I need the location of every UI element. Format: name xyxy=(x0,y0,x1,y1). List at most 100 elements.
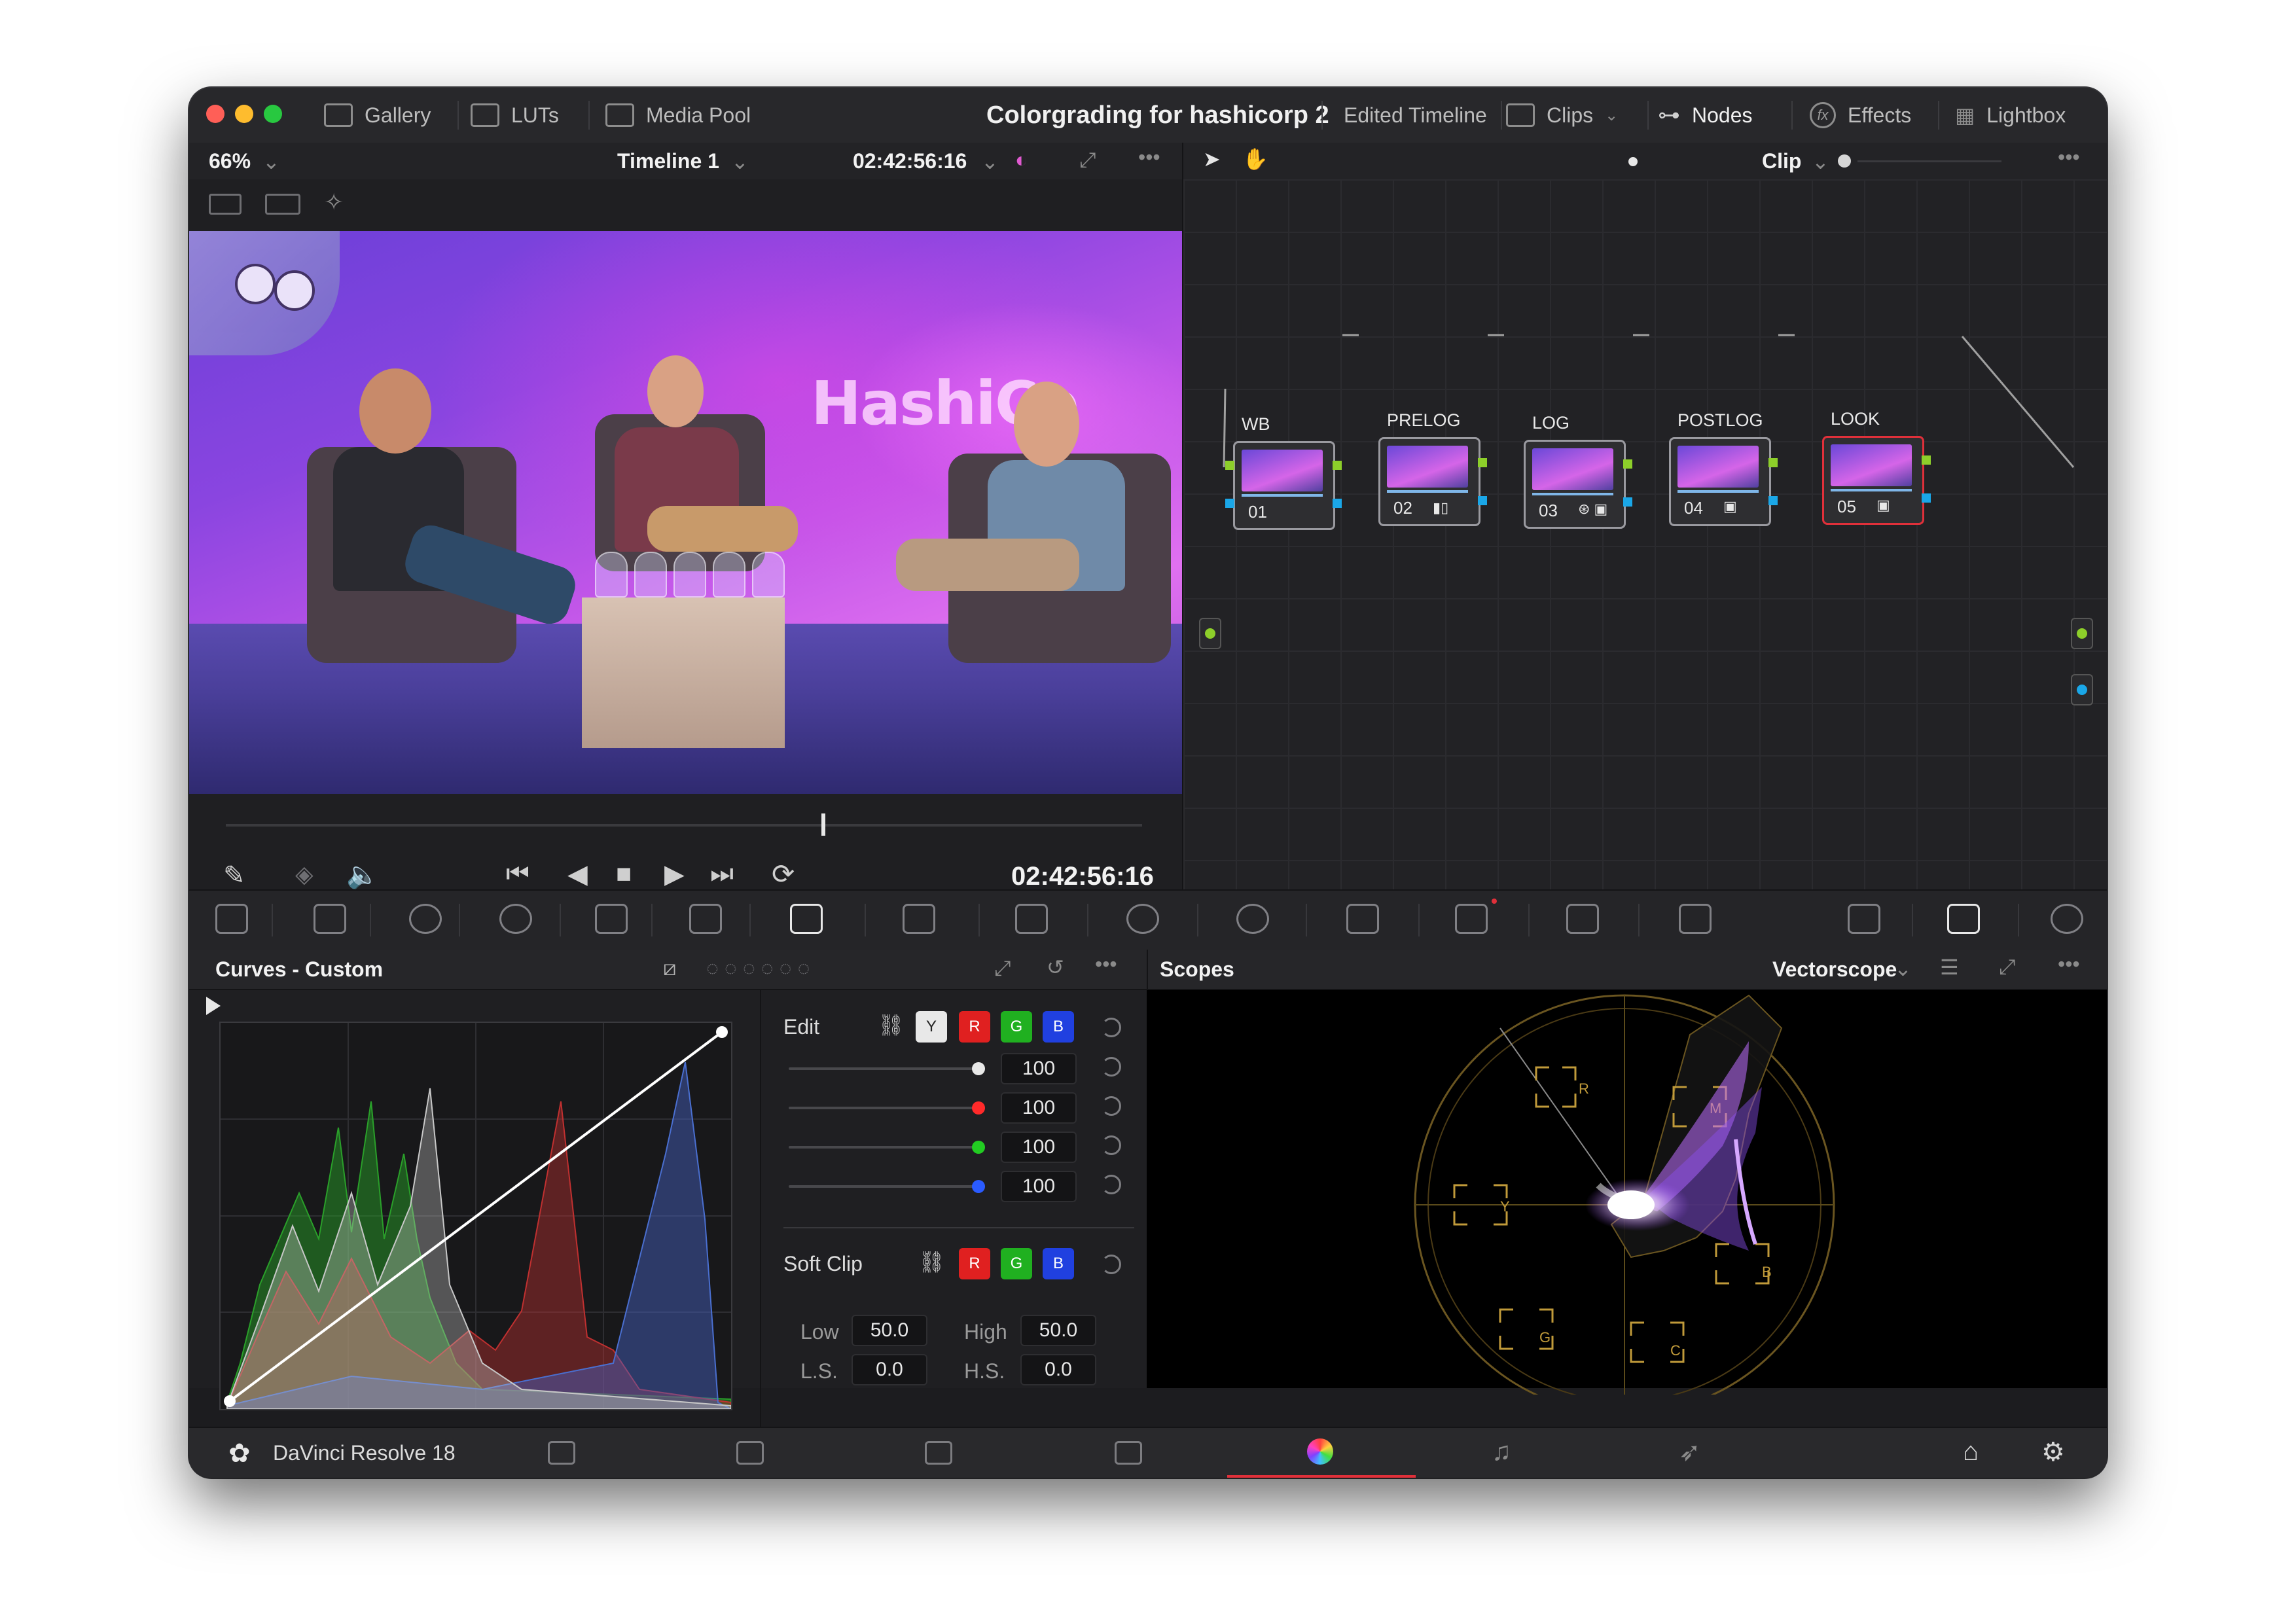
channel-r-button[interactable]: R xyxy=(959,1011,990,1043)
node-zoom-slider[interactable] xyxy=(1838,154,1851,168)
low-value[interactable]: 50.0 xyxy=(852,1315,927,1346)
camera-raw-icon[interactable] xyxy=(215,904,248,934)
color-match-icon[interactable] xyxy=(314,904,346,934)
nodes-button[interactable]: ⊶ Nodes xyxy=(1658,88,1753,143)
curve-handle-icon[interactable] xyxy=(206,997,221,1015)
g-intensity-slider[interactable] xyxy=(789,1146,985,1149)
scrub-bar[interactable] xyxy=(226,824,1142,827)
color-warper-icon[interactable] xyxy=(903,904,935,934)
softclip-r-button[interactable]: R xyxy=(959,1248,990,1279)
magic-wand-icon[interactable]: ✧ xyxy=(324,188,344,216)
fusion-page-icon[interactable] xyxy=(1115,1441,1142,1465)
expand-icon[interactable]: ⤢ xyxy=(1999,955,2016,980)
reset-icon[interactable] xyxy=(1102,1255,1121,1274)
channel-b-button[interactable]: B xyxy=(1043,1011,1074,1043)
motion-effects-icon[interactable] xyxy=(689,904,722,934)
channel-g-button[interactable]: G xyxy=(1001,1011,1032,1043)
layers-icon[interactable]: ◈ xyxy=(295,861,314,888)
scope-settings-icon[interactable]: ☰ xyxy=(1940,955,1959,980)
node-01[interactable]: WB 01 xyxy=(1233,414,1335,530)
settings-gear-icon[interactable]: ⚙ xyxy=(2041,1437,2065,1467)
clip-mode-dropdown[interactable]: Clip xyxy=(1762,149,1801,173)
minimize-window-button[interactable] xyxy=(235,105,253,123)
window-icon[interactable] xyxy=(1126,904,1159,934)
g-intensity-value[interactable]: 100 xyxy=(1001,1132,1077,1163)
link-icon[interactable]: ⛓ xyxy=(918,1249,945,1274)
color-wheels-icon[interactable] xyxy=(409,904,442,934)
stop-icon[interactable]: ■ xyxy=(616,859,632,889)
softclip-g-button[interactable]: G xyxy=(1001,1248,1032,1279)
media-page-icon[interactable] xyxy=(548,1441,575,1465)
playhead[interactable] xyxy=(821,813,825,836)
3d-icon[interactable] xyxy=(1679,904,1712,934)
rgb-mixer-icon[interactable] xyxy=(595,904,628,934)
b-intensity-slider[interactable] xyxy=(789,1185,985,1188)
key-icon[interactable] xyxy=(1455,904,1488,934)
alpha-output-port[interactable] xyxy=(2071,674,2093,705)
fairlight-page-icon[interactable]: ♫ xyxy=(1492,1437,1511,1467)
scope-type-dropdown[interactable]: Vectorscope xyxy=(1772,957,1897,982)
scopes-icon[interactable] xyxy=(1947,904,1980,934)
qualifier-icon[interactable] xyxy=(1015,904,1048,934)
clips-button[interactable]: Clips ⌄ xyxy=(1506,88,1618,143)
lightbox-button[interactable]: ▦ Lightbox xyxy=(1955,88,2066,143)
viewer-image[interactable]: HashiCo xyxy=(189,231,1182,794)
timeline-button[interactable]: Edited Timeline xyxy=(1344,88,1487,143)
reset-icon[interactable] xyxy=(1102,1057,1121,1077)
luts-button[interactable]: LUTs xyxy=(471,88,559,143)
go-to-end-icon[interactable]: ⏭ xyxy=(710,859,734,889)
more-options-icon[interactable]: ••• xyxy=(2058,145,2080,169)
play-icon[interactable]: ▶ xyxy=(664,859,685,889)
more-options-icon[interactable]: ••• xyxy=(1095,952,1117,976)
hdr-wheels-icon[interactable] xyxy=(499,904,532,934)
cut-page-icon[interactable] xyxy=(736,1441,764,1465)
custom-curve-icon[interactable]: ⧄ xyxy=(663,956,676,981)
curves-icon[interactable] xyxy=(790,904,823,934)
node-05[interactable]: LOOK 05 ▣ xyxy=(1822,409,1924,525)
pointer-icon[interactable]: ➤ xyxy=(1203,147,1221,171)
ls-value[interactable]: 0.0 xyxy=(852,1354,927,1385)
node-03[interactable]: LOG 03 ⊛ ▣ xyxy=(1524,413,1626,529)
effects-button[interactable]: fx Effects xyxy=(1810,88,1911,143)
close-window-button[interactable] xyxy=(206,105,224,123)
blur-icon[interactable] xyxy=(1346,904,1379,934)
b-intensity-value[interactable]: 100 xyxy=(1001,1171,1077,1202)
reset-icon[interactable] xyxy=(1102,1096,1121,1116)
info-icon[interactable] xyxy=(2051,904,2083,934)
fullscreen-icon[interactable]: ⤢ xyxy=(1079,148,1096,173)
source-input-port[interactable] xyxy=(1199,618,1221,649)
r-intensity-value[interactable]: 100 xyxy=(1001,1092,1077,1124)
r-intensity-slider[interactable] xyxy=(789,1107,985,1109)
curve-graph[interactable] xyxy=(219,1022,732,1410)
speaker-icon[interactable]: 🔈 xyxy=(346,859,379,890)
color-management-icon[interactable]: ◐ xyxy=(1015,148,1028,172)
reset-icon[interactable] xyxy=(1102,1175,1121,1194)
loop-icon[interactable]: ⟳ xyxy=(772,858,795,890)
y-intensity-value[interactable]: 100 xyxy=(1001,1053,1077,1084)
deliver-page-icon[interactable]: ➶ xyxy=(1679,1437,1701,1467)
hs-value[interactable]: 0.0 xyxy=(1020,1354,1096,1385)
color-page-tab[interactable] xyxy=(1227,1428,1416,1478)
grid-icon[interactable] xyxy=(265,194,300,215)
home-icon[interactable]: ⌂ xyxy=(1963,1437,1979,1467)
reset-icon[interactable]: ↺ xyxy=(1047,955,1064,980)
softclip-b-button[interactable]: B xyxy=(1043,1248,1074,1279)
link-icon[interactable]: ⛓ xyxy=(878,1012,905,1037)
keyframes-icon[interactable] xyxy=(1848,904,1880,934)
go-to-start-icon[interactable]: ⏮ xyxy=(506,859,529,889)
hand-icon[interactable]: ✋ xyxy=(1242,147,1268,171)
node-02[interactable]: PRELOG 02 ▮▯ xyxy=(1378,410,1480,526)
gallery-button[interactable]: Gallery xyxy=(324,88,431,143)
hue-vs-hue-icon[interactable]: ◌ ◌ ◌ ◌ ◌ ◌ xyxy=(706,956,810,980)
media-pool-button[interactable]: Media Pool xyxy=(605,88,751,143)
high-value[interactable]: 50.0 xyxy=(1020,1315,1096,1346)
channel-y-button[interactable]: Y xyxy=(916,1011,947,1043)
sizing-icon[interactable] xyxy=(1566,904,1599,934)
timecode-display[interactable]: 02:42:56:16 xyxy=(853,149,967,173)
node-editor[interactable]: WB 01 PRELOG 02 ▮▯ LOG 03 ⊛ ▣ POSTLOG 04… xyxy=(1182,179,2107,977)
node-04[interactable]: POSTLOG 04 ▣ xyxy=(1669,410,1771,526)
more-options-icon[interactable]: ••• xyxy=(1138,145,1160,169)
reset-icon[interactable] xyxy=(1102,1018,1121,1037)
zoom-window-button[interactable] xyxy=(264,105,282,123)
zoom-level-dropdown[interactable]: 66% xyxy=(209,149,251,173)
